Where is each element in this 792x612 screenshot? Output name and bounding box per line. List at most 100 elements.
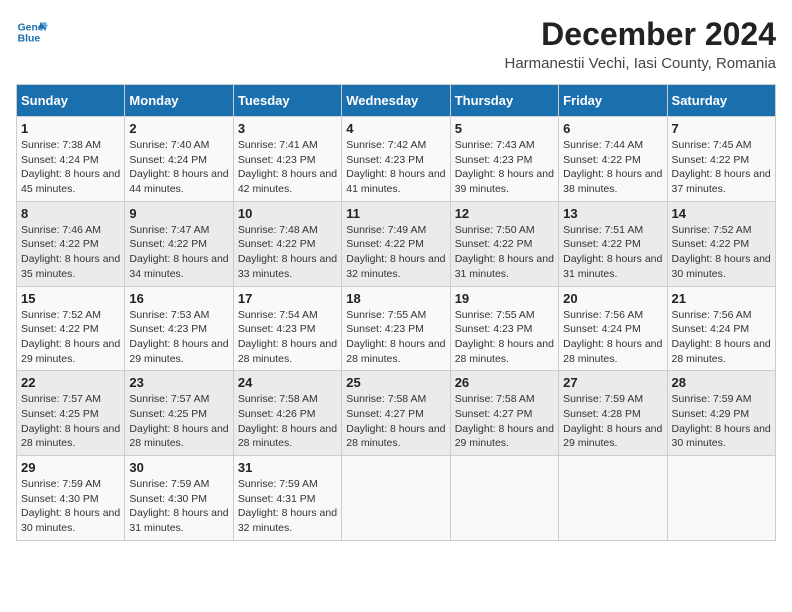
header-cell-wednesday: Wednesday [342,85,450,117]
day-detail: Sunrise: 7:56 AMSunset: 4:24 PMDaylight:… [563,309,662,365]
day-detail: Sunrise: 7:59 AMSunset: 4:30 PMDaylight:… [129,478,228,534]
day-detail: Sunrise: 7:49 AMSunset: 4:22 PMDaylight:… [346,224,445,280]
day-number: 22 [21,375,120,390]
day-detail: Sunrise: 7:44 AMSunset: 4:22 PMDaylight:… [563,139,662,195]
day-detail: Sunrise: 7:47 AMSunset: 4:22 PMDaylight:… [129,224,228,280]
day-cell: 29 Sunrise: 7:59 AMSunset: 4:30 PMDayligh… [17,456,125,541]
day-cell: 1 Sunrise: 7:38 AMSunset: 4:24 PMDaylight… [17,117,125,202]
day-number: 31 [238,460,337,475]
day-detail: Sunrise: 7:45 AMSunset: 4:22 PMDaylight:… [672,139,771,195]
day-cell: 25 Sunrise: 7:58 AMSunset: 4:27 PMDayligh… [342,371,450,456]
day-number: 11 [346,206,445,221]
day-detail: Sunrise: 7:59 AMSunset: 4:29 PMDaylight:… [672,393,771,449]
day-cell: 14 Sunrise: 7:52 AMSunset: 4:22 PMDayligh… [667,201,775,286]
day-cell: 2 Sunrise: 7:40 AMSunset: 4:24 PMDaylight… [125,117,233,202]
day-cell: 15 Sunrise: 7:52 AMSunset: 4:22 PMDayligh… [17,286,125,371]
day-detail: Sunrise: 7:50 AMSunset: 4:22 PMDaylight:… [455,224,554,280]
day-detail: Sunrise: 7:58 AMSunset: 4:26 PMDaylight:… [238,393,337,449]
day-number: 2 [129,121,228,136]
day-number: 8 [21,206,120,221]
day-detail: Sunrise: 7:55 AMSunset: 4:23 PMDaylight:… [455,309,554,365]
day-detail: Sunrise: 7:59 AMSunset: 4:28 PMDaylight:… [563,393,662,449]
svg-text:Blue: Blue [18,34,41,45]
day-detail: Sunrise: 7:57 AMSunset: 4:25 PMDaylight:… [21,393,120,449]
day-number: 21 [672,291,771,306]
day-detail: Sunrise: 7:51 AMSunset: 4:22 PMDaylight:… [563,224,662,280]
day-detail: Sunrise: 7:57 AMSunset: 4:25 PMDaylight:… [129,393,228,449]
day-cell: 4 Sunrise: 7:42 AMSunset: 4:23 PMDaylight… [342,117,450,202]
day-cell: 11 Sunrise: 7:49 AMSunset: 4:22 PMDayligh… [342,201,450,286]
header-cell-friday: Friday [559,85,667,117]
day-detail: Sunrise: 7:55 AMSunset: 4:23 PMDaylight:… [346,309,445,365]
week-row-1: 1 Sunrise: 7:38 AMSunset: 4:24 PMDaylight… [17,117,776,202]
day-cell: 30 Sunrise: 7:59 AMSunset: 4:30 PMDayligh… [125,456,233,541]
day-number: 4 [346,121,445,136]
day-number: 28 [672,375,771,390]
week-row-2: 8 Sunrise: 7:46 AMSunset: 4:22 PMDaylight… [17,201,776,286]
page-header: General Blue December 2024 Harmanestii V… [16,16,776,72]
day-detail: Sunrise: 7:38 AMSunset: 4:24 PMDaylight:… [21,139,120,195]
subtitle: Harmanestii Vechi, Iasi County, Romania [504,55,776,72]
day-number: 7 [672,121,771,136]
day-cell: 26Sunrise: 7:58 AMSunset: 4:27 PMDayligh… [450,371,558,456]
day-number: 3 [238,121,337,136]
day-detail: Sunrise: 7:58 AMSunset: 4:27 PMDaylight:… [346,393,445,449]
day-detail: Sunrise: 7:42 AMSunset: 4:23 PMDaylight:… [346,139,445,195]
day-detail: Sunrise: 7:43 AMSunset: 4:23 PMDaylight:… [455,139,554,195]
day-cell: 18 Sunrise: 7:55 AMSunset: 4:23 PMDayligh… [342,286,450,371]
day-cell: 3 Sunrise: 7:41 AMSunset: 4:23 PMDaylight… [233,117,341,202]
day-cell: 19Sunrise: 7:55 AMSunset: 4:23 PMDayligh… [450,286,558,371]
header-cell-tuesday: Tuesday [233,85,341,117]
header-cell-sunday: Sunday [17,85,125,117]
day-number: 20 [563,291,662,306]
day-number: 29 [21,460,120,475]
day-detail: Sunrise: 7:53 AMSunset: 4:23 PMDaylight:… [129,309,228,365]
day-number: 25 [346,375,445,390]
day-number: 15 [21,291,120,306]
day-detail: Sunrise: 7:54 AMSunset: 4:23 PMDaylight:… [238,309,337,365]
logo-icon: General Blue [16,16,48,48]
day-number: 18 [346,291,445,306]
day-number: 17 [238,291,337,306]
week-row-5: 29 Sunrise: 7:59 AMSunset: 4:30 PMDayligh… [17,456,776,541]
day-detail: Sunrise: 7:40 AMSunset: 4:24 PMDaylight:… [129,139,228,195]
calendar-table: SundayMondayTuesdayWednesdayThursdayFrid… [16,84,776,541]
day-detail: Sunrise: 7:52 AMSunset: 4:22 PMDaylight:… [21,309,120,365]
day-number: 30 [129,460,228,475]
day-cell [667,456,775,541]
calendar-body: 1 Sunrise: 7:38 AMSunset: 4:24 PMDaylight… [17,117,776,541]
day-cell: 20 Sunrise: 7:56 AMSunset: 4:24 PMDayligh… [559,286,667,371]
day-cell: 16 Sunrise: 7:53 AMSunset: 4:23 PMDayligh… [125,286,233,371]
day-number: 27 [563,375,662,390]
day-detail: Sunrise: 7:46 AMSunset: 4:22 PMDaylight:… [21,224,120,280]
day-cell: 17 Sunrise: 7:54 AMSunset: 4:23 PMDayligh… [233,286,341,371]
main-title: December 2024 [504,16,776,53]
day-cell: 8 Sunrise: 7:46 AMSunset: 4:22 PMDaylight… [17,201,125,286]
day-cell: 31 Sunrise: 7:59 AMSunset: 4:31 PMDayligh… [233,456,341,541]
day-detail: Sunrise: 7:59 AMSunset: 4:30 PMDaylight:… [21,478,120,534]
day-number: 9 [129,206,228,221]
day-number: 5 [455,121,554,136]
title-block: December 2024 Harmanestii Vechi, Iasi Co… [504,16,776,72]
day-cell: 24Sunrise: 7:58 AMSunset: 4:26 PMDayligh… [233,371,341,456]
day-number: 13 [563,206,662,221]
day-number: 6 [563,121,662,136]
day-cell: 28 Sunrise: 7:59 AMSunset: 4:29 PMDayligh… [667,371,775,456]
day-number: 14 [672,206,771,221]
day-cell: 9 Sunrise: 7:47 AMSunset: 4:22 PMDaylight… [125,201,233,286]
day-detail: Sunrise: 7:52 AMSunset: 4:22 PMDaylight:… [672,224,771,280]
day-cell: 6 Sunrise: 7:44 AMSunset: 4:22 PMDaylight… [559,117,667,202]
day-detail: Sunrise: 7:41 AMSunset: 4:23 PMDaylight:… [238,139,337,195]
day-number: 16 [129,291,228,306]
day-cell: 12Sunrise: 7:50 AMSunset: 4:22 PMDayligh… [450,201,558,286]
day-cell: 7 Sunrise: 7:45 AMSunset: 4:22 PMDaylight… [667,117,775,202]
day-detail: Sunrise: 7:59 AMSunset: 4:31 PMDaylight:… [238,478,337,534]
day-cell [342,456,450,541]
day-number: 1 [21,121,120,136]
header-cell-saturday: Saturday [667,85,775,117]
calendar-header: SundayMondayTuesdayWednesdayThursdayFrid… [17,85,776,117]
day-number: 23 [129,375,228,390]
day-number: 26 [455,375,554,390]
header-cell-monday: Monday [125,85,233,117]
day-number: 10 [238,206,337,221]
